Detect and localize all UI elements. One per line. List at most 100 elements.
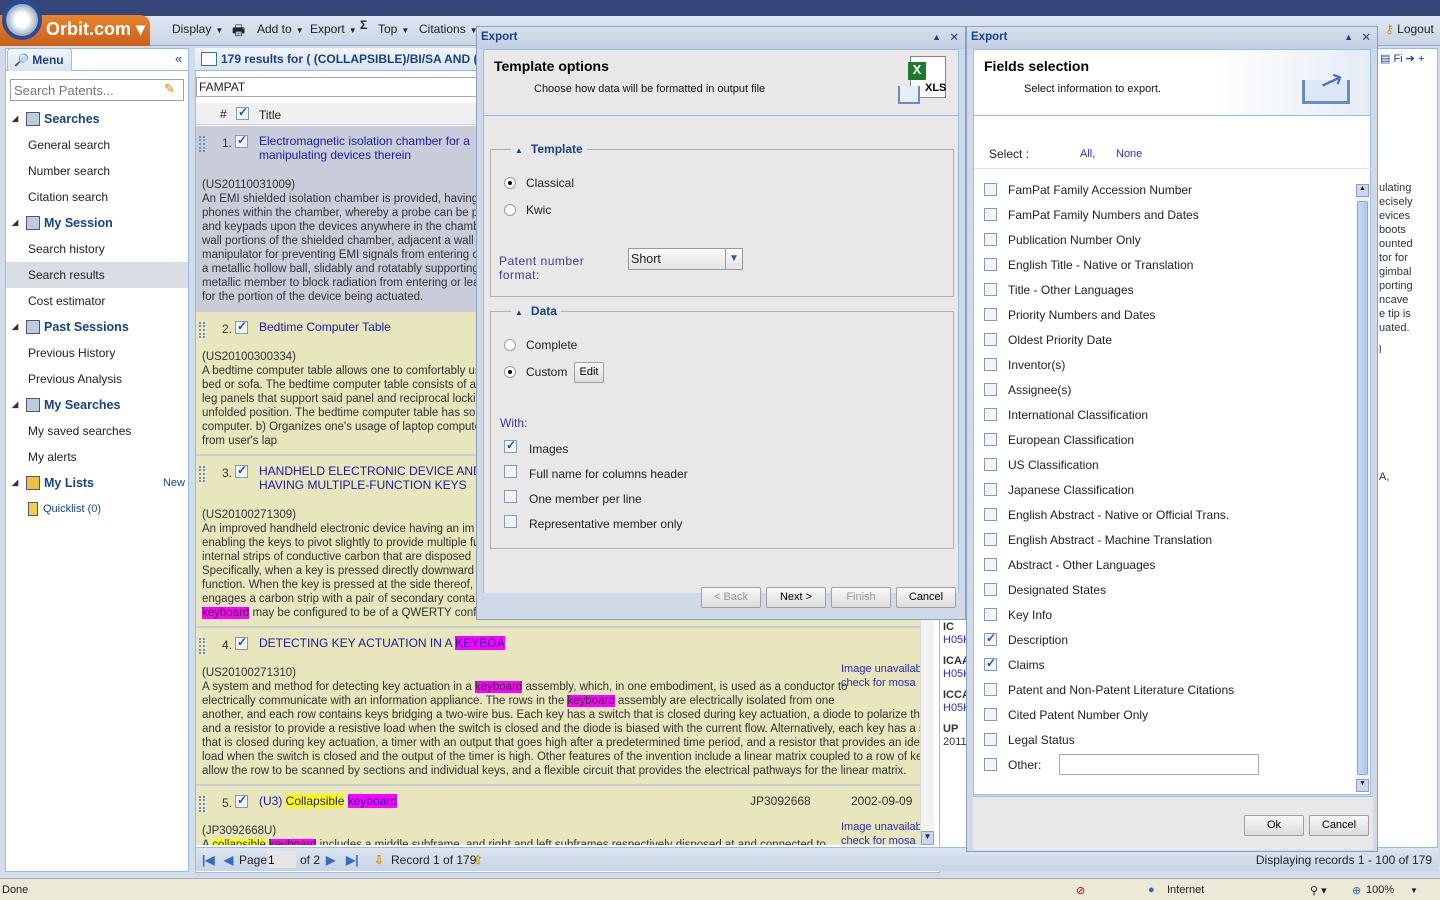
zoom-caret-icon[interactable]: ▼ <box>1410 886 1418 895</box>
result-checkbox[interactable] <box>235 463 248 478</box>
next-button[interactable]: Next > <box>766 587 826 608</box>
field-assignee-s[interactable]: Assignee(s) <box>984 383 1071 397</box>
collapse-icon[interactable]: ▲ <box>1344 32 1353 42</box>
search-icon[interactable]: ✎ <box>164 81 180 97</box>
sidebar-item-my-saved-searches[interactable]: My saved searches <box>6 418 188 444</box>
first-page-icon[interactable]: |◀ <box>202 853 215 867</box>
display-menu[interactable]: Display ▼ <box>172 22 223 36</box>
sidebar-item-past-sessions[interactable]: ◢ Past Sessions <box>6 314 188 340</box>
field-key-info[interactable]: Key Info <box>984 608 1052 622</box>
data-legend[interactable]: ▲ Data <box>511 304 561 318</box>
sidebar-item-citation-search[interactable]: Citation search <box>6 184 188 210</box>
field-checkbox[interactable] <box>984 208 997 221</box>
back-button[interactable]: < Back <box>701 587 761 608</box>
orbit-logo[interactable]: Orbit.com ▾ <box>0 0 150 46</box>
template-classical-radio[interactable]: Classical <box>504 176 574 190</box>
patent-format-select[interactable]: Short ▼ <box>628 248 743 270</box>
image-unavailable-link[interactable]: Image unavailab check for mosa <box>841 820 920 845</box>
edit-button[interactable]: Edit <box>574 362 604 383</box>
field-us-classification[interactable]: US Classification <box>984 458 1099 472</box>
field-checkbox[interactable] <box>984 358 997 371</box>
field-checkbox[interactable] <box>984 683 997 696</box>
result-row[interactable]: 5.(U3) Collapsible keyboardJP30926682002… <box>196 786 920 845</box>
field-european-classification[interactable]: European Classification <box>984 433 1134 447</box>
with-option-images[interactable]: Images <box>504 438 568 456</box>
checkbox[interactable] <box>504 438 517 453</box>
other-field-input[interactable] <box>1059 754 1259 775</box>
sidebar-item-search-results[interactable]: Search results <box>6 262 188 288</box>
popup-blocked-icon[interactable]: ⊘ <box>1076 884 1085 897</box>
record-up-icon[interactable]: ⇧ <box>473 853 483 867</box>
data-custom-radio[interactable]: Custom <box>504 365 567 379</box>
field-checkbox[interactable] <box>984 733 997 746</box>
page-input[interactable] <box>268 851 296 868</box>
field-title-other-languages[interactable]: Title - Other Languages <box>984 283 1134 297</box>
record-down-icon[interactable]: ⇩ <box>374 853 384 867</box>
sidebar-item-my-session[interactable]: ◢ My Session <box>6 210 188 236</box>
finish-button[interactable]: Finish <box>831 587 891 608</box>
search-patents-input[interactable] <box>10 79 184 101</box>
field-checkbox[interactable] <box>984 631 997 646</box>
field-checkbox[interactable] <box>984 708 997 721</box>
field-other[interactable]: Other: <box>984 754 1259 775</box>
fields-scrollbar[interactable]: ▲ ▼ <box>1356 184 1369 792</box>
scroll-up-icon[interactable]: ▲ <box>1356 184 1369 197</box>
drag-handle-icon[interactable] <box>199 136 205 152</box>
field-checkbox[interactable] <box>984 558 997 571</box>
sidebar-item-my-lists[interactable]: ◢ My Lists New <box>6 470 188 496</box>
field-checkbox[interactable] <box>984 608 997 621</box>
sidebar-item-general-search[interactable]: General search <box>6 132 188 158</box>
drag-handle-icon[interactable] <box>199 322 205 338</box>
checkbox[interactable] <box>504 515 517 528</box>
field-abstract-other-languages[interactable]: Abstract - Other Languages <box>984 558 1155 572</box>
image-unavailable-link[interactable]: Image unavailab check for mosa <box>841 662 920 690</box>
dialog-titlebar[interactable]: Export ▲ ✕ <box>477 27 965 49</box>
result-checkbox[interactable] <box>235 635 248 650</box>
expand-triangle-icon[interactable]: ◢ <box>12 314 18 340</box>
scroll-down-icon[interactable]: ▼ <box>1356 779 1369 792</box>
field-international-classification[interactable]: International Classification <box>984 408 1148 422</box>
field-priority-numbers-and-dates[interactable]: Priority Numbers and Dates <box>984 308 1155 322</box>
dialog-titlebar[interactable]: Export ▲ ✕ <box>967 27 1377 49</box>
chevron-down-icon[interactable]: ▼ <box>725 249 742 269</box>
with-option-representative-member-only[interactable]: Representative member only <box>504 515 682 531</box>
expand-triangle-icon[interactable]: ◢ <box>12 392 18 418</box>
field-patent-and-non-patent-literature-citations[interactable]: Patent and Non-Patent Literature Citatio… <box>984 683 1234 697</box>
expand-triangle-icon[interactable]: ◢ <box>12 210 18 236</box>
export-menu[interactable]: Export ▼ <box>310 22 357 36</box>
expand-triangle-icon[interactable]: ◢ <box>12 106 18 132</box>
select-none-link[interactable]: None <box>1116 148 1142 160</box>
field-oldest-priority-date[interactable]: Oldest Priority Date <box>984 333 1112 347</box>
result-checkbox[interactable] <box>235 319 248 334</box>
field-inventor-s[interactable]: Inventor(s) <box>984 358 1065 372</box>
field-fampat-family-numbers-and-dates[interactable]: FamPat Family Numbers and Dates <box>984 208 1199 222</box>
sidebar-item-searches[interactable]: ◢ Searches <box>6 106 188 132</box>
field-checkbox[interactable] <box>984 533 997 546</box>
select-all-checkbox[interactable] <box>236 105 249 120</box>
drag-handle-icon[interactable] <box>199 638 205 654</box>
close-icon[interactable]: ✕ <box>949 30 959 44</box>
field-checkbox[interactable] <box>984 383 997 396</box>
collapse-sidebar-button[interactable]: « <box>175 51 182 66</box>
expand-triangle-icon[interactable]: ◢ <box>12 470 18 496</box>
sidebar-item-number-search[interactable]: Number search <box>6 158 188 184</box>
drag-handle-icon[interactable] <box>199 466 205 482</box>
field-cited-patent-number-only[interactable]: Cited Patent Number Only <box>984 708 1148 722</box>
sidebar-item-my-searches[interactable]: ◢ My Searches <box>6 392 188 418</box>
field-checkbox[interactable] <box>984 308 997 321</box>
field-designated-states[interactable]: Designated States <box>984 583 1106 597</box>
field-japanese-classification[interactable]: Japanese Classification <box>984 483 1134 497</box>
sidebar-item-search-history[interactable]: Search history <box>6 236 188 262</box>
sidebar-item-previous-analysis[interactable]: Previous Analysis <box>6 366 188 392</box>
checkbox[interactable] <box>504 465 517 478</box>
field-checkbox[interactable] <box>984 483 997 496</box>
field-english-abstract-machine-translation[interactable]: English Abstract - Machine Translation <box>984 533 1212 547</box>
field-checkbox[interactable] <box>984 408 997 421</box>
field-checkbox[interactable] <box>984 333 997 346</box>
field-fampat-family-accession-number[interactable]: FamPat Family Accession Number <box>984 183 1192 197</box>
field-checkbox[interactable] <box>984 656 997 671</box>
collapse-icon[interactable]: ▲ <box>932 32 941 42</box>
citations-menu[interactable]: Citations ▼ <box>419 22 478 36</box>
with-option-one-member-per-line[interactable]: One member per line <box>504 490 642 506</box>
prev-page-icon[interactable]: ◀ <box>224 853 233 867</box>
